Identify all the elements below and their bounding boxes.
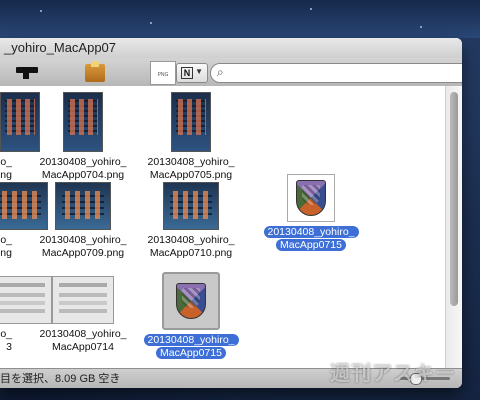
file-name-line: 20130408_yohiro_ xyxy=(147,234,235,246)
file-thumbnail xyxy=(163,182,219,230)
search-icon: ⌕ xyxy=(217,65,224,79)
window-title: _yohiro_MacApp07 xyxy=(0,38,462,58)
file-label: 20130408_yohiro_ MacApp0704.png xyxy=(28,156,138,182)
file-label: 20130408_yohiro_ MacApp0705.png xyxy=(136,156,246,182)
file-name-line: MacApp0715 xyxy=(276,239,346,251)
file-thumbnail xyxy=(55,182,111,230)
file-thumbnail xyxy=(52,276,114,324)
finder-window: _yohiro_MacApp07 PNG N ▼ ⌕ o_ png 201304… xyxy=(0,38,462,388)
chevron-down-icon: ▼ xyxy=(195,67,203,76)
file-name-line: 20130408_yohiro_ xyxy=(39,156,127,168)
file-item[interactable]: 20130408_yohiro_ MacApp0710.png xyxy=(136,182,246,260)
file-name-line: 20130408_yohiro_ xyxy=(39,328,127,340)
scrollbar-thumb[interactable] xyxy=(450,92,458,306)
file-label: 20130408_yohiro_ MacApp0710.png xyxy=(136,234,246,260)
file-item-selected[interactable]: 20130408_yohiro_ MacApp0715 xyxy=(136,272,246,360)
file-name-line: png xyxy=(0,247,12,259)
file-label: 20130408_yohiro_ MacApp0715 xyxy=(256,226,366,252)
file-thumbnail xyxy=(63,92,103,152)
file-item[interactable]: 20130408_yohiro_ MacApp0705.png xyxy=(136,92,246,182)
file-label: 20130408_yohiro_ MacApp0715 xyxy=(136,334,246,360)
drive-icon[interactable] xyxy=(14,61,38,83)
desktop-background xyxy=(0,0,480,38)
file-name-line: MacApp0705.png xyxy=(149,169,233,181)
watermark-logo: 週刊アスキー xyxy=(330,363,456,385)
file-name-line: MacApp0704.png xyxy=(41,169,125,181)
vertical-scrollbar[interactable] xyxy=(445,86,462,368)
file-item[interactable]: 20130408_yohiro_ MacApp0704.png xyxy=(28,92,138,182)
file-name-line: MacApp0710.png xyxy=(149,247,233,259)
status-text: 目を選択、8.09 GB 空き xyxy=(0,373,121,385)
png-document-icon[interactable]: PNG xyxy=(150,61,176,85)
star xyxy=(150,22,152,24)
search-field[interactable]: ⌕ xyxy=(210,63,462,83)
file-icon-grid: o_ png 20130408_yohiro_ MacApp0704.png 2… xyxy=(0,86,446,368)
shield-icon xyxy=(296,180,326,216)
toolbar: PNG N ▼ ⌕ xyxy=(0,58,462,87)
shield-icon xyxy=(176,283,206,319)
file-name-line: 20130408_yohiro_ xyxy=(39,234,127,246)
file-name-line: MacApp0715 xyxy=(156,347,226,359)
star xyxy=(40,10,42,12)
file-name-line: MacApp0714 xyxy=(52,341,114,353)
search-input[interactable] xyxy=(233,65,462,81)
file-name-line: o_ xyxy=(0,328,12,340)
file-item-selected[interactable]: 20130408_yohiro_ MacApp0715 xyxy=(256,174,366,252)
file-name-line: MacApp0709.png xyxy=(41,247,125,259)
file-thumbnail xyxy=(171,92,211,152)
file-name-line: 3 xyxy=(6,341,12,353)
file-name-line: 20130408_yohiro_ xyxy=(263,226,359,238)
file-name-line: 20130408_yohiro_ xyxy=(147,156,235,168)
file-label: 20130408_yohiro_ MacApp0714 xyxy=(28,328,138,354)
arrange-button[interactable]: N ▼ xyxy=(176,63,208,83)
file-thumbnail xyxy=(287,174,335,222)
file-label: 20130408_yohiro_ MacApp0709.png xyxy=(28,234,138,260)
star xyxy=(420,26,422,28)
file-name-line: o_ xyxy=(0,234,12,246)
file-item[interactable]: 20130408_yohiro_ MacApp0714 xyxy=(28,276,138,354)
star xyxy=(310,8,312,10)
file-thumbnail xyxy=(162,272,220,330)
package-icon[interactable] xyxy=(84,61,108,83)
file-name-line: o_ xyxy=(0,156,12,168)
arrange-icon: N xyxy=(181,67,193,79)
file-name-line: png xyxy=(0,169,12,181)
file-item[interactable]: 20130408_yohiro_ MacApp0709.png xyxy=(28,182,138,260)
file-name-line: 20130408_yohiro_ xyxy=(143,334,239,346)
